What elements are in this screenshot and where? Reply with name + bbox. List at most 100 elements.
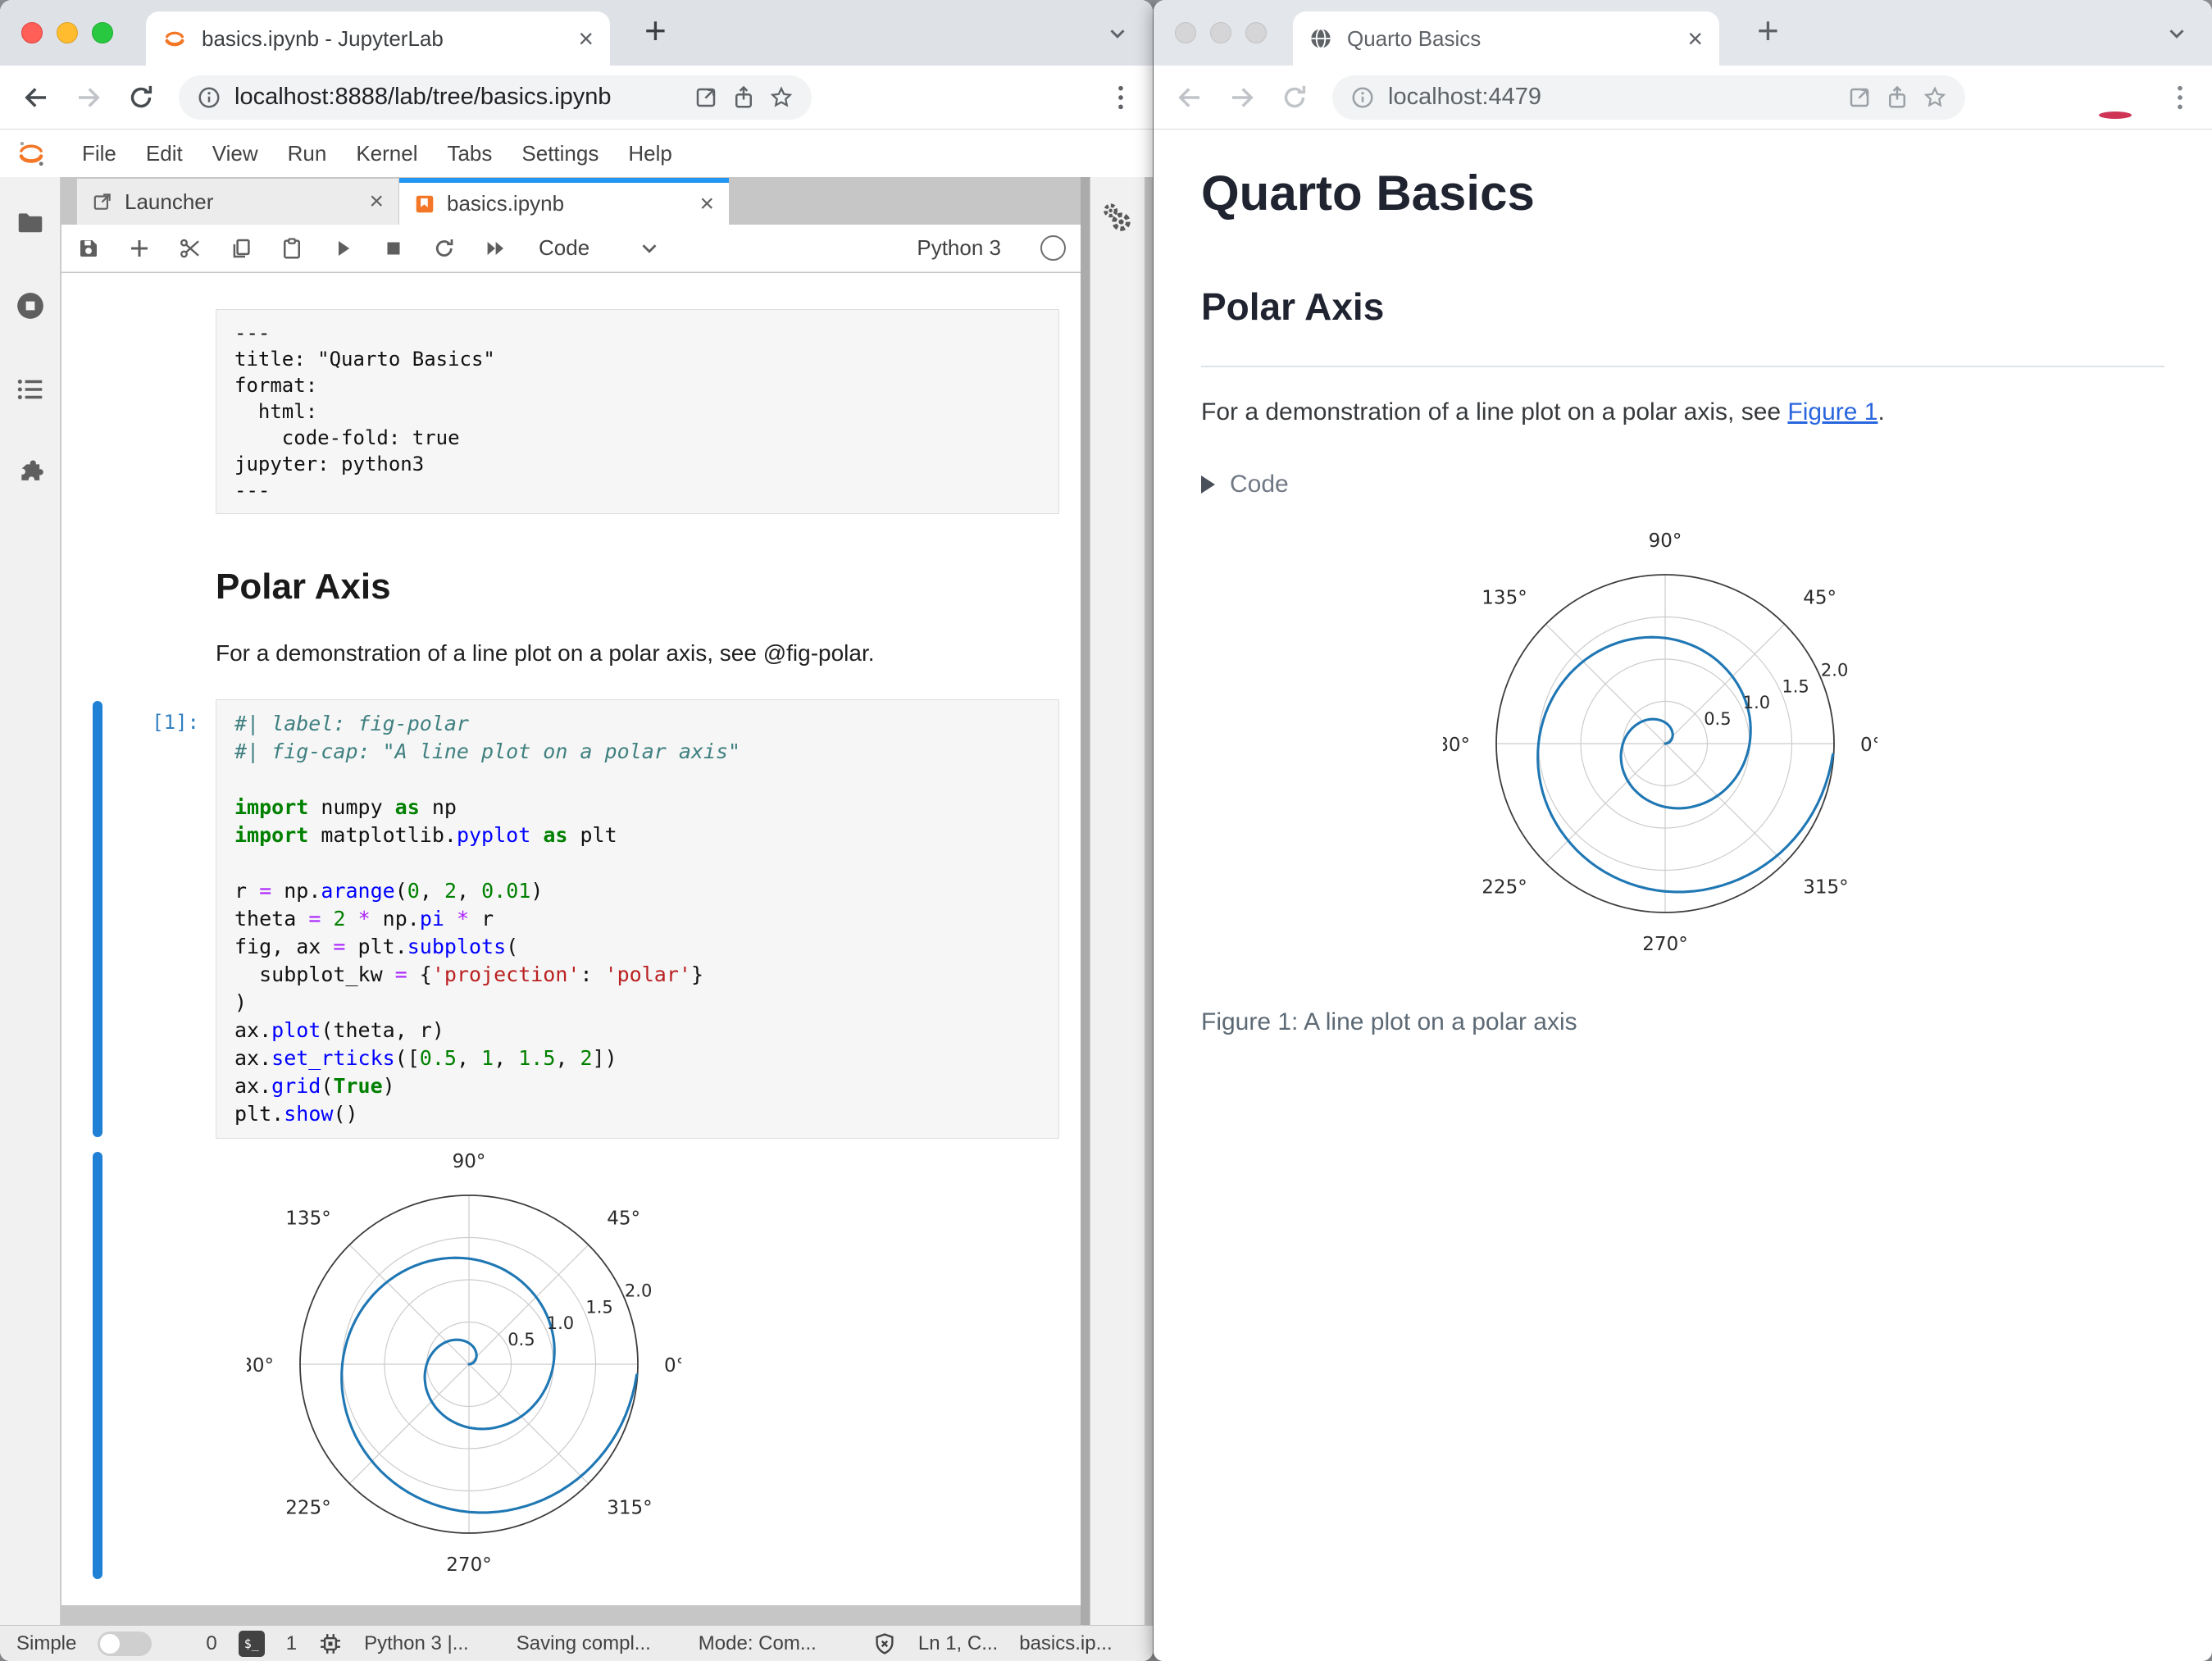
menu-settings[interactable]: Settings [507, 141, 613, 166]
new-tab-button[interactable]: + [1757, 11, 1779, 49]
browser-tab[interactable]: Quarto Basics × [1293, 11, 1719, 66]
notebook-scrollbar[interactable] [1081, 177, 1090, 1625]
forward-icon[interactable] [74, 83, 103, 112]
back-icon[interactable] [1175, 83, 1204, 112]
file-browser-icon[interactable] [15, 207, 46, 238]
paste-cells-button[interactable] [280, 236, 304, 261]
chevron-down-icon[interactable] [637, 236, 662, 261]
open-in-window-icon[interactable] [1847, 85, 1872, 110]
kernel-name[interactable]: Python 3 [917, 235, 1001, 261]
bookmark-star-icon[interactable] [1923, 85, 1947, 110]
svg-text:1.5: 1.5 [1782, 676, 1809, 696]
menu-edit[interactable]: Edit [131, 141, 198, 166]
interrupt-kernel-button[interactable] [381, 236, 406, 261]
raw-cell[interactable]: --- title: "Quarto Basics" format: html: c… [61, 309, 1081, 514]
profile-avatar-badge[interactable] [2099, 111, 2132, 119]
figure-link[interactable]: Figure 1 [1787, 398, 1877, 425]
reload-icon[interactable] [1280, 83, 1309, 112]
intro-paragraph: For a demonstration of a line plot on a … [1201, 395, 2164, 430]
address-bar[interactable]: localhost:8888/lab/tree/basics.ipynb [179, 75, 812, 120]
address-bar[interactable]: localhost:4479 [1332, 75, 1965, 120]
property-inspector-icon[interactable] [1099, 200, 1135, 236]
menu-view[interactable]: View [198, 141, 273, 166]
url-text[interactable]: localhost:4479 [1388, 84, 1834, 111]
site-info-icon[interactable] [197, 85, 221, 110]
cell-type-dropdown[interactable]: Code [539, 235, 589, 261]
tab-search-chevron-icon[interactable] [1105, 21, 1130, 46]
figure-caption: Figure 1: A line plot on a polar axis [1201, 1008, 1577, 1035]
code-disclosure[interactable]: Code [1201, 471, 2164, 498]
minimize-window-button[interactable] [1210, 22, 1231, 43]
cut-cells-button[interactable] [178, 236, 203, 261]
url-text[interactable]: localhost:8888/lab/tree/basics.ipynb [234, 84, 680, 111]
code-cell-editor[interactable]: #| label: fig-polar #| fig-cap: "A line p… [216, 699, 1059, 1139]
svg-text:225°: 225° [285, 1497, 330, 1518]
menu-tabs[interactable]: Tabs [432, 141, 507, 166]
tab-close-icon[interactable]: × [699, 190, 714, 218]
menu-file[interactable]: File [67, 141, 131, 166]
svg-text:180°: 180° [247, 1355, 274, 1377]
simple-mode-label: Simple [16, 1631, 77, 1654]
zoom-window-button[interactable] [1245, 22, 1267, 43]
output-collapser[interactable] [93, 1152, 102, 1579]
notebook-content[interactable]: --- title: "Quarto Basics" format: html: c… [61, 273, 1081, 1605]
running-sessions-icon[interactable] [15, 290, 46, 321]
window-jupyterlab: basics.ipynb - JupyterLab × + localhost:… [0, 0, 1153, 1661]
forward-icon[interactable] [1227, 83, 1257, 112]
share-icon[interactable] [731, 85, 756, 110]
menu-kernel[interactable]: Kernel [341, 141, 432, 166]
tab-close-icon[interactable]: × [1687, 25, 1703, 52]
svg-text:270°: 270° [446, 1554, 491, 1576]
kernel-status-text[interactable]: Python 3 |... [364, 1632, 469, 1655]
copy-cells-button[interactable] [229, 236, 253, 261]
kernels-count[interactable]: 1 [286, 1632, 297, 1655]
save-button[interactable] [76, 236, 101, 261]
browser-menu-icon[interactable] [2169, 84, 2191, 111]
tab-close-icon[interactable]: × [578, 25, 594, 52]
browser-toolbar: localhost:4479 [1154, 66, 2212, 130]
open-in-window-icon[interactable] [694, 85, 718, 110]
cursor-position[interactable]: Ln 1, C... [918, 1632, 998, 1655]
svg-text:2.0: 2.0 [1821, 661, 1848, 680]
raw-cell-editor[interactable]: --- title: "Quarto Basics" format: html: c… [216, 309, 1059, 514]
menu-help[interactable]: Help [613, 141, 686, 166]
table-of-contents-icon[interactable] [15, 374, 46, 405]
run-cell-button[interactable] [330, 236, 355, 261]
browser-tabstrip: basics.ipynb - JupyterLab × + [0, 0, 1153, 66]
kernel-icon [321, 1633, 340, 1654]
svg-text:1.0: 1.0 [547, 1313, 574, 1333]
new-tab-button[interactable]: + [644, 11, 667, 49]
kernel-status-icon[interactable] [1040, 235, 1066, 261]
tab-close-icon[interactable]: × [369, 188, 384, 216]
minimize-window-button[interactable] [57, 22, 78, 43]
bookmark-star-icon[interactable] [769, 85, 794, 110]
cell-gutter: [1]: [61, 699, 216, 1139]
code-line: plt.show() [234, 1102, 358, 1126]
menu-run[interactable]: Run [273, 141, 342, 166]
close-window-button[interactable] [1175, 22, 1196, 43]
share-icon[interactable] [1885, 85, 1909, 110]
back-icon[interactable] [21, 83, 51, 112]
trust-shield-icon[interactable] [872, 1631, 897, 1656]
insert-cell-button[interactable] [127, 236, 152, 261]
restart-kernel-button[interactable] [432, 236, 457, 261]
browser-menu-icon[interactable] [1110, 84, 1131, 111]
svg-text:90°: 90° [453, 1151, 486, 1172]
tab-notebook[interactable]: basics.ipynb × [399, 178, 729, 225]
tab-search-chevron-icon[interactable] [2164, 21, 2189, 46]
svg-text:0.5: 0.5 [507, 1330, 535, 1349]
simple-mode-toggle[interactable] [98, 1631, 152, 1656]
extensions-icon[interactable] [15, 457, 46, 489]
site-info-icon[interactable] [1350, 85, 1375, 110]
run-all-button[interactable] [483, 236, 507, 261]
tab-launcher[interactable]: Launcher × [76, 178, 399, 225]
code-cell[interactable]: [1]: #| label: fig-polar #| fig-cap: "A l… [61, 699, 1081, 1139]
cell-collapser[interactable] [93, 701, 102, 1137]
zoom-window-button[interactable] [92, 22, 113, 43]
code-line: #| label: fig-polar [234, 712, 469, 735]
browser-tab[interactable]: basics.ipynb - JupyterLab × [146, 11, 610, 66]
close-window-button[interactable] [21, 22, 43, 43]
reload-icon[interactable] [126, 83, 156, 112]
terminals-count[interactable]: 0 [206, 1632, 216, 1655]
